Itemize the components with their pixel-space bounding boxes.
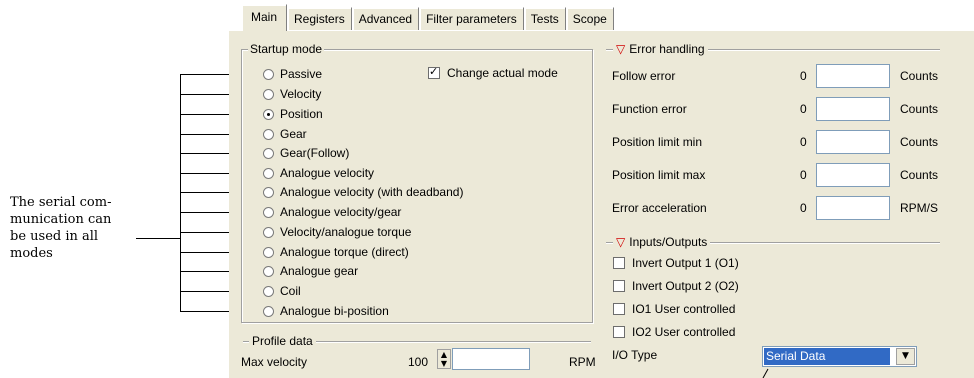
io-type-callout-line bbox=[762, 368, 769, 378]
tab-main[interactable]: Main bbox=[241, 4, 288, 31]
